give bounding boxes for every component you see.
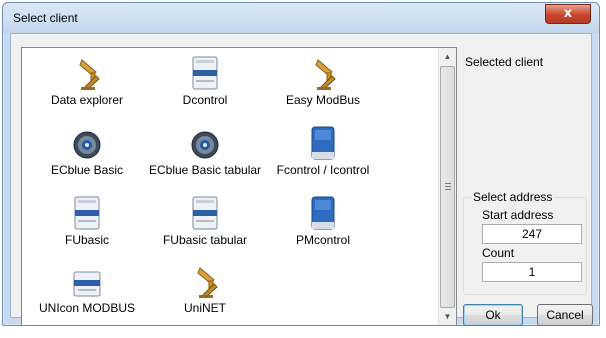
scroll-thumb[interactable] [440,66,455,308]
window-title: Select client [13,11,78,25]
count-field[interactable] [482,262,582,282]
client-item-label: FUbasic [64,233,109,247]
client-item-label: Easy ModBus [285,93,361,107]
client-item[interactable]: ECblue Basic tabular [146,126,264,178]
client-item[interactable]: ECblue Basic [28,126,146,178]
crane-icon [28,56,146,90]
client-item-label: PMcontrol [295,233,351,247]
fan-icon [28,126,146,160]
vertical-scrollbar[interactable]: ▲ ▼ [438,48,456,325]
client-item[interactable]: PMcontrol [264,196,382,248]
client-item-label: Dcontrol [182,93,228,107]
device-icon [28,196,146,230]
client-item[interactable]: Dcontrol [146,56,264,108]
scroll-down-arrow-icon[interactable]: ▼ [439,308,456,325]
module-icon [28,264,146,298]
client-item[interactable]: FUbasic [28,196,146,248]
client-item[interactable]: Fcontrol / Icontrol [264,126,382,178]
client-item-label: ECblue Basic [50,163,124,177]
address-groupbox: Select address Start address Count [463,190,587,295]
blue-box-icon [264,126,382,160]
device-icon [146,196,264,230]
client-item[interactable]: Data explorer [28,56,146,108]
groupbox-title: Select address [471,190,555,204]
blue-box-icon [264,196,382,230]
client-item[interactable]: FUbasic tabular [146,196,264,248]
start-address-label: Start address [482,208,554,222]
client-item-label: UNIcon MODBUS [38,301,136,315]
scroll-up-arrow-icon[interactable]: ▲ [439,48,456,65]
client-item-label: UniNET [183,301,226,315]
cancel-button[interactable]: Cancel [537,304,593,326]
crane-icon [264,56,382,90]
fan-icon [146,126,264,160]
dialog-window: Select client x Data explorer Dcontrol Eas… [2,2,600,326]
client-item-label: Fcontrol / Icontrol [276,163,370,177]
client-item[interactable]: UNIcon MODBUS [28,264,146,316]
client-item-label: FUbasic tabular [162,233,248,247]
ok-button[interactable]: Ok [463,304,523,326]
client-item[interactable]: Easy ModBus [264,56,382,108]
dialog-body: Data explorer Dcontrol Easy ModBus ECblue B… [10,33,593,326]
close-button[interactable]: x [545,4,591,24]
count-label: Count [482,246,515,260]
grip-icon [445,183,451,190]
title-bar[interactable]: Select client x [3,3,599,33]
crane-icon [146,264,264,298]
client-list[interactable]: Data explorer Dcontrol Easy ModBus ECblue B… [21,47,457,326]
client-item-label: Data explorer [50,93,124,107]
client-item-label: ECblue Basic tabular [148,163,262,177]
start-address-field[interactable] [482,224,582,244]
device-icon [146,56,264,90]
client-item[interactable]: UniNET [146,264,264,316]
close-icon: x [563,6,573,21]
selected-client-label: Selected client [465,55,544,69]
